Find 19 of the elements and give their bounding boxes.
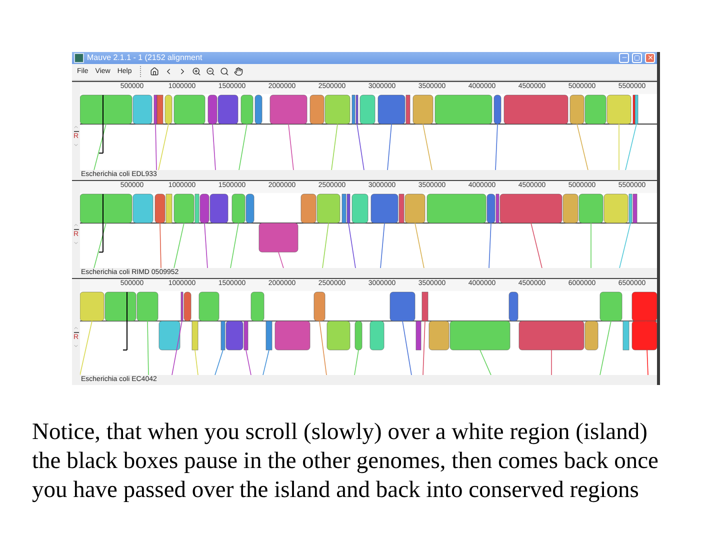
close-button[interactable] bbox=[645, 52, 655, 63]
minus-icon[interactable] bbox=[74, 332, 78, 333]
minus-icon[interactable] bbox=[74, 130, 78, 132]
maximize-icon bbox=[634, 54, 640, 61]
hand-icon bbox=[234, 67, 243, 76]
app-icon bbox=[74, 52, 84, 63]
search-button[interactable] bbox=[218, 66, 230, 78]
window-title: Mauve 2.1.1 - 1 (2152 alignment bbox=[87, 53, 204, 62]
zoom-in-icon bbox=[192, 67, 201, 76]
minus-icon[interactable] bbox=[74, 229, 78, 230]
caption: Notice, that when you scroll (slowly) over a white region (island) the black boxes pause in the other genomes, then comes back once you have passed over the island and back into conserved regions bbox=[32, 418, 660, 505]
zoom-in-button[interactable] bbox=[190, 66, 202, 78]
zoom-out-button[interactable] bbox=[204, 66, 216, 78]
search-icon bbox=[220, 67, 229, 76]
zoom-out-icon bbox=[206, 67, 215, 76]
home-button[interactable] bbox=[148, 66, 160, 78]
hand-button[interactable] bbox=[232, 66, 244, 78]
close-icon bbox=[646, 54, 654, 62]
home-icon bbox=[150, 67, 159, 76]
